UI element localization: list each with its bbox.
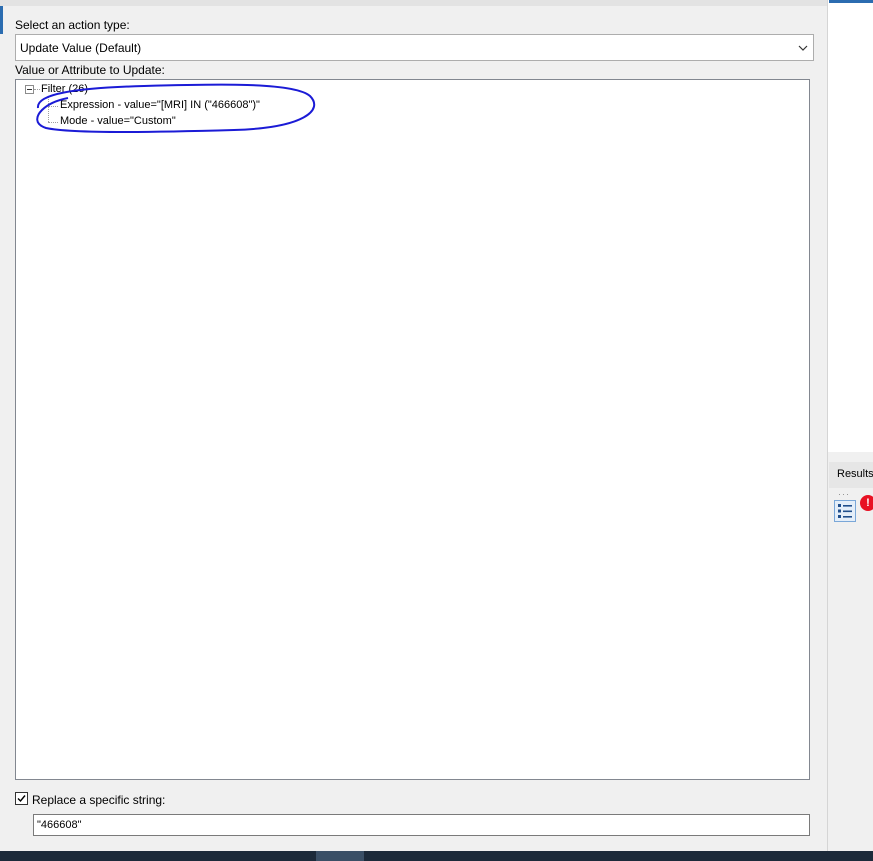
tree-connector [34,89,40,90]
checkmark-icon [17,795,26,803]
value-tree[interactable]: Filter (26) Expression - value="[MRI] IN… [15,79,810,780]
tree-connector [48,122,58,123]
tree-label: Value or Attribute to Update: [15,63,165,77]
taskbar [0,851,873,861]
action-type-label: Select an action type: [15,18,130,32]
replace-string-checkbox[interactable] [15,792,28,805]
right-pane-accent [829,0,873,3]
tree-node-expression[interactable]: Expression - value="[MRI] IN ("466608")" [60,99,260,111]
collapse-icon[interactable] [25,85,34,94]
replace-string-label: Replace a specific string: [32,793,166,807]
results-header[interactable]: Results [829,462,873,488]
configuration-panel: Select an action type: Update Value (Def… [3,6,827,851]
tree-node-mode[interactable]: Mode - value="Custom" [60,115,176,127]
replace-string-input[interactable]: "466608" [33,814,810,836]
action-type-dropdown[interactable]: Update Value (Default) [15,34,814,61]
tree-connector [48,106,58,107]
chevron-down-icon [798,45,808,51]
replace-string-value: "466608" [37,819,82,831]
taskbar-active-item[interactable] [316,851,364,861]
tree-connector [48,96,49,122]
error-icon[interactable]: ! [860,495,873,511]
tree-node-filter[interactable]: Filter (26) [41,83,88,95]
results-title: Results [837,468,873,480]
list-icon-glyph [838,504,852,518]
grip-dots[interactable]: ··· [838,489,850,499]
list-icon[interactable] [834,500,856,522]
action-type-value: Update Value (Default) [20,41,142,55]
